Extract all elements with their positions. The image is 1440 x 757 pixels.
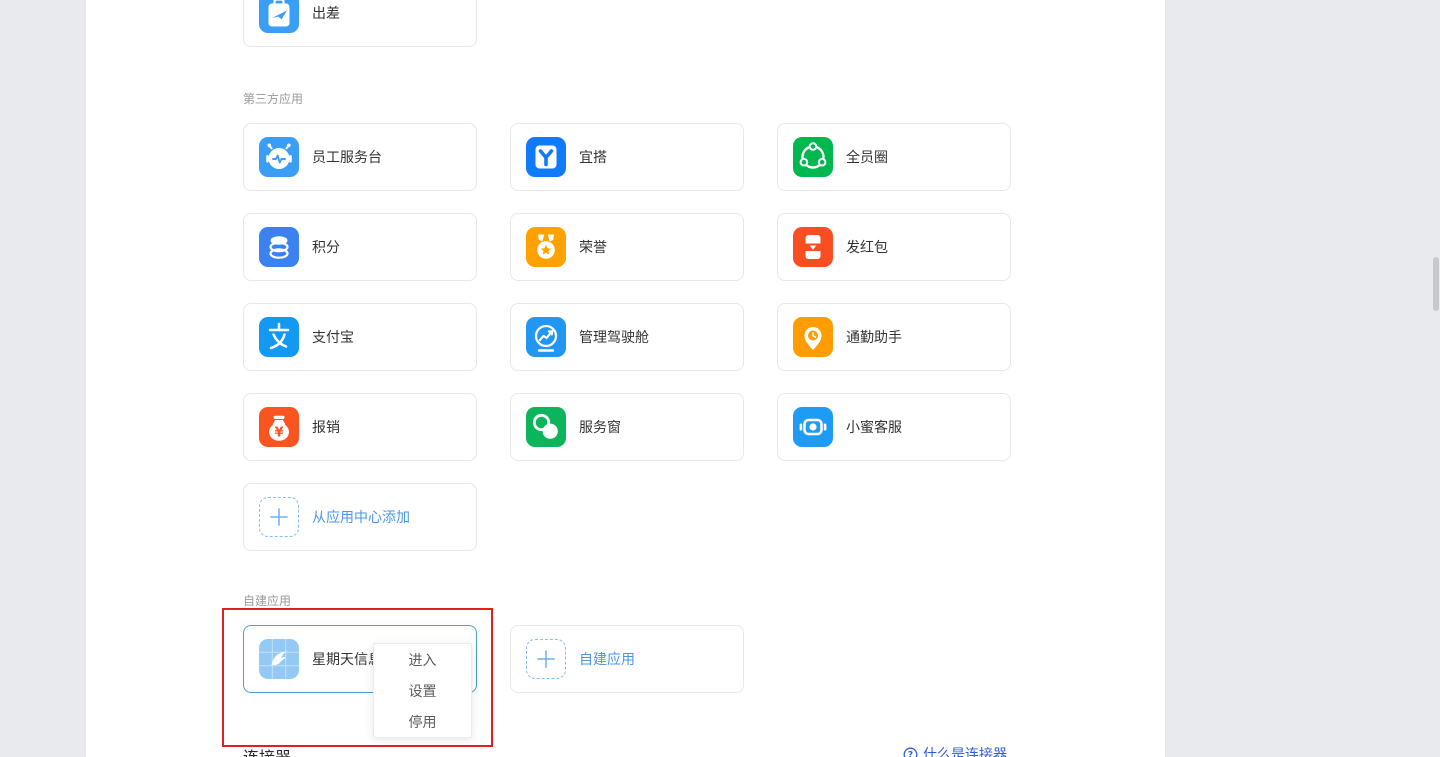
app-card-label: 星期天信息 — [312, 649, 382, 669]
app-card-label: 出差 — [312, 3, 340, 23]
create-self-built-app-label: 自建应用 — [579, 649, 635, 669]
app-card-red-packet[interactable]: 发红包 — [777, 213, 1011, 281]
app-card-label: 支付宝 — [312, 327, 354, 347]
app-card-colleague-circle[interactable]: 全员圈 — [777, 123, 1011, 191]
points-icon — [259, 227, 299, 267]
app-card-label: 小蜜客服 — [846, 417, 902, 437]
app-card-label: 全员圈 — [846, 147, 888, 167]
third-party-section-label: 第三方应用 — [243, 90, 303, 107]
employee-service-desk-icon — [259, 137, 299, 177]
customer-service-icon — [793, 407, 833, 447]
app-card-customer-service[interactable]: 小蜜客服 — [777, 393, 1011, 461]
app-card-alipay[interactable]: 支付宝 — [243, 303, 477, 371]
business-trip-icon — [259, 0, 299, 33]
app-context-menu: 进入 设置 停用 — [373, 643, 472, 738]
app-card-employee-service-desk[interactable]: 员工服务台 — [243, 123, 477, 191]
app-card-reimbursement[interactable]: ¥ 报销 — [243, 393, 477, 461]
content-panel: 出差 第三方应用 员工服务台 宜 — [86, 0, 1165, 757]
context-menu-item-disable[interactable]: 停用 — [374, 707, 471, 738]
colleague-circle-icon — [793, 137, 833, 177]
add-from-app-center-button[interactable]: 从应用中心添加 — [243, 483, 477, 551]
connector-section-title: 连接器 — [243, 744, 291, 757]
app-card-label: 发红包 — [846, 237, 888, 257]
app-management-page: 出差 第三方应用 员工服务台 宜 — [0, 0, 1440, 757]
app-card-management-cockpit[interactable]: 管理驾驶舱 — [510, 303, 744, 371]
red-packet-icon — [793, 227, 833, 267]
create-self-built-app-button[interactable]: 自建应用 — [510, 625, 744, 693]
what-is-connector-link[interactable]: ? 什么是连接器 — [903, 744, 1007, 757]
reimbursement-icon: ¥ — [259, 407, 299, 447]
app-card-label: 服务窗 — [579, 417, 621, 437]
what-is-connector-label: 什么是连接器 — [923, 744, 1007, 757]
app-card-commute-assistant[interactable]: 通勤助手 — [777, 303, 1011, 371]
context-menu-item-enter[interactable]: 进入 — [374, 645, 471, 676]
commute-assistant-icon — [793, 317, 833, 357]
app-card-business-trip[interactable]: 出差 — [243, 0, 477, 47]
app-card-yida[interactable]: 宜搭 — [510, 123, 744, 191]
app-card-label: 宜搭 — [579, 147, 607, 167]
app-card-label: 员工服务台 — [312, 147, 382, 167]
app-card-service-window[interactable]: 服务窗 — [510, 393, 744, 461]
yida-icon — [526, 137, 566, 177]
app-card-label: 通勤助手 — [846, 327, 902, 347]
xingqitian-app-icon — [259, 639, 299, 679]
honor-icon — [526, 227, 566, 267]
app-card-label: 报销 — [312, 417, 340, 437]
add-from-app-center-label: 从应用中心添加 — [312, 507, 410, 527]
service-window-icon — [526, 407, 566, 447]
management-cockpit-icon — [526, 317, 566, 357]
self-built-section-label: 自建应用 — [243, 592, 291, 609]
app-card-label: 积分 — [312, 237, 340, 257]
app-card-honor[interactable]: 荣誉 — [510, 213, 744, 281]
alipay-icon — [259, 317, 299, 357]
app-card-points[interactable]: 积分 — [243, 213, 477, 281]
question-circle-icon: ? — [903, 747, 918, 757]
plus-icon — [259, 497, 299, 537]
app-card-label: 管理驾驶舱 — [579, 327, 649, 347]
svg-text:¥: ¥ — [274, 426, 283, 441]
plus-icon — [526, 639, 566, 679]
vertical-scrollbar-thumb[interactable] — [1433, 257, 1439, 311]
app-card-label: 荣誉 — [579, 237, 607, 257]
context-menu-item-settings[interactable]: 设置 — [374, 676, 471, 707]
svg-text:?: ? — [908, 750, 913, 757]
